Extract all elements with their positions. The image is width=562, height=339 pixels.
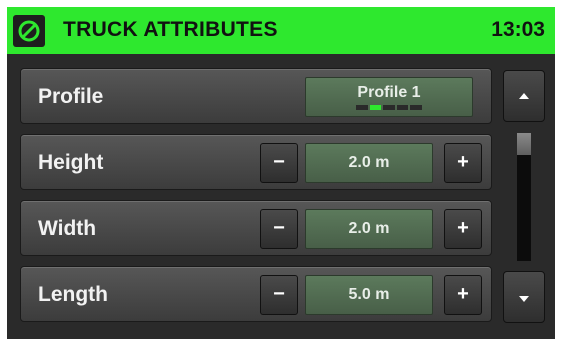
title-bar: TRUCK ATTRIBUTES 13:03 [7, 7, 555, 54]
profile-page-indicator [356, 105, 422, 110]
height-value: 2.0 m [305, 143, 433, 183]
row-label-width: Width [38, 217, 97, 240]
row-label-length: Length [38, 283, 108, 306]
row-height: Height − 2.0 m + [20, 134, 492, 190]
profile-selector[interactable]: Profile 1 [305, 77, 473, 117]
page-dot [383, 105, 395, 110]
page-dot [396, 105, 409, 110]
row-width: Width − 2.0 m + [20, 200, 492, 256]
height-decrease-button[interactable]: − [260, 143, 298, 183]
up-arrow-icon [519, 93, 529, 99]
page-dot [356, 105, 368, 110]
profile-value: Profile 1 [357, 84, 421, 101]
compass-icon[interactable] [13, 15, 45, 47]
width-decrease-button[interactable]: − [260, 209, 298, 249]
width-value: 2.0 m [305, 209, 433, 249]
height-increase-button[interactable]: + [444, 143, 482, 183]
scrollbar-thumb[interactable] [517, 133, 531, 155]
scroll-down-button[interactable] [503, 271, 545, 323]
length-decrease-button[interactable]: − [260, 275, 298, 315]
nav-screen: TRUCK ATTRIBUTES 13:03 Profile Profile 1… [7, 7, 555, 339]
length-increase-button[interactable]: + [444, 275, 482, 315]
row-profile: Profile Profile 1 [20, 68, 492, 124]
row-length: Length − 5.0 m + [20, 266, 492, 322]
page-dot-active [369, 105, 382, 110]
width-increase-button[interactable]: + [444, 209, 482, 249]
scroll-up-button[interactable] [503, 70, 545, 122]
length-value: 5.0 m [305, 275, 433, 315]
page-title: TRUCK ATTRIBUTES [63, 18, 278, 41]
row-label-profile: Profile [38, 85, 104, 108]
scrollbar-track[interactable] [517, 133, 531, 261]
row-label-height: Height [38, 151, 104, 174]
page-dot [410, 105, 422, 110]
clock: 13:03 [491, 18, 545, 41]
down-arrow-icon [519, 296, 529, 302]
